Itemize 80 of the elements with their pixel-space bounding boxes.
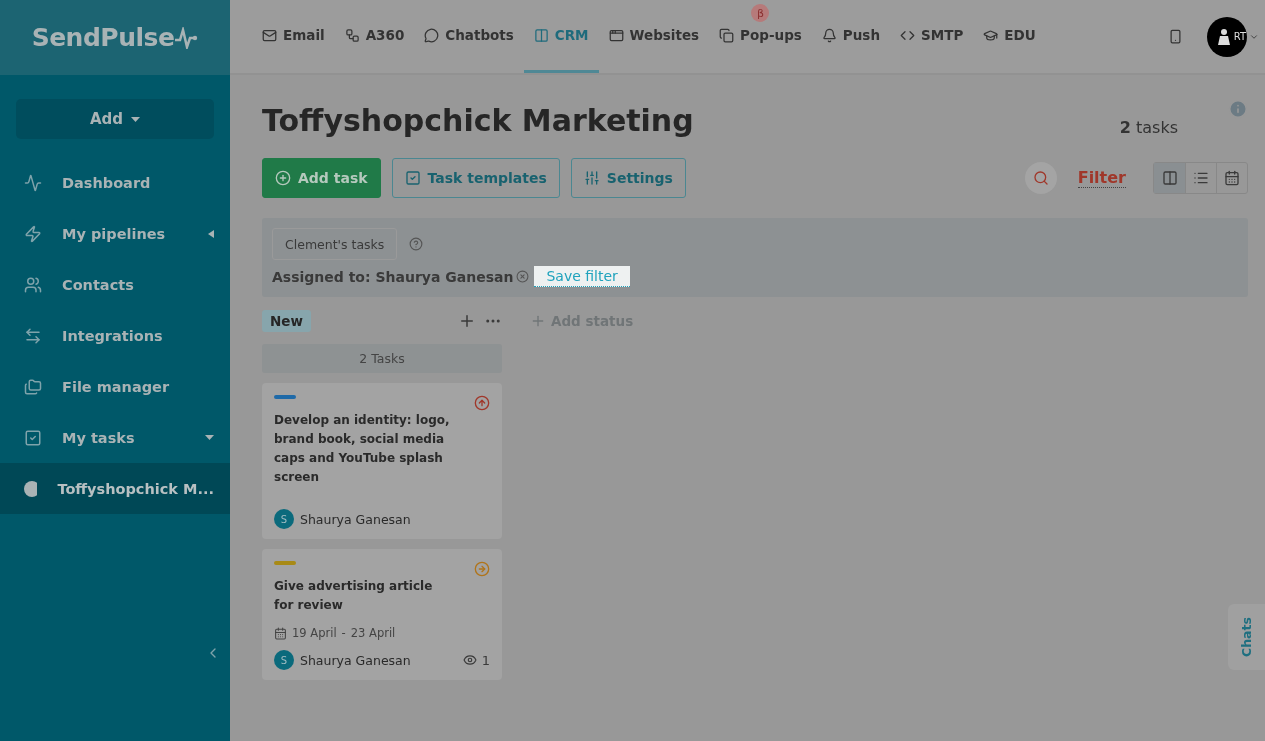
- view-toggle[interactable]: [1154, 163, 1185, 193]
- nav-tab[interactable]: Websites: [598, 24, 710, 46]
- end-date: 23 April: [350, 626, 396, 640]
- nav-tab[interactable]: CRM: [523, 24, 599, 46]
- sidebar-item[interactable]: Contacts: [0, 259, 230, 310]
- assignee-name: Shaurya Ganesan: [300, 511, 412, 527]
- pulse-icon: [174, 26, 199, 49]
- bell-icon: [821, 27, 837, 43]
- nav-tab[interactable]: Pop-ups: [709, 24, 812, 46]
- task-card[interactable]: Give advertising article for review 19 April - 23 April S Shaurya Ganesan 1: [262, 549, 502, 680]
- status-label: New: [262, 310, 311, 332]
- arrows-icon: [24, 326, 42, 345]
- info-icon[interactable]: [1228, 99, 1248, 119]
- toolbar-button[interactable]: Task templates: [391, 158, 560, 198]
- workflow-icon: [344, 27, 360, 43]
- nav-tab[interactable]: Chatbots: [414, 24, 524, 46]
- assignee-avatar: S: [274, 650, 294, 670]
- checkbox-icon: [404, 170, 421, 186]
- plus-icon: [275, 170, 291, 186]
- calendar-icon: [274, 626, 287, 640]
- sidebar-item[interactable]: Dashboard: [0, 157, 230, 208]
- priority-icon: [474, 561, 490, 577]
- caret-icon: [131, 116, 141, 122]
- sidebar-item[interactable]: My tasks: [0, 412, 230, 463]
- columns-icon: [533, 27, 549, 43]
- nav-tab[interactable]: EDU: [973, 24, 1046, 46]
- add-icon[interactable]: [458, 312, 476, 330]
- list-icon: [1193, 170, 1209, 186]
- nav-tab[interactable]: A360: [334, 24, 415, 46]
- add-button[interactable]: Add: [16, 99, 214, 139]
- mail-icon: [262, 27, 277, 43]
- date-separator: -: [341, 626, 346, 640]
- sidebar-item[interactable]: Integrations: [0, 310, 230, 361]
- chats-tab[interactable]: Chats: [1228, 604, 1265, 670]
- add-icon: [530, 313, 546, 329]
- caret-icon: [208, 229, 214, 238]
- sliders-icon: [583, 170, 600, 186]
- user-avatar[interactable]: RT: [1207, 16, 1247, 57]
- sidebar-item[interactable]: File manager: [0, 361, 230, 412]
- save-filter-link[interactable]: Save filter: [534, 266, 630, 287]
- nav-tab[interactable]: SMTP: [890, 24, 974, 46]
- browser-icon: [608, 27, 624, 43]
- nav-tab[interactable]: Email: [252, 24, 335, 46]
- toolbar-button[interactable]: Settings: [570, 158, 686, 198]
- calendar-icon: [1224, 170, 1240, 186]
- sidebar-item[interactable]: Toffyshopchick M...: [0, 463, 230, 514]
- beta-badge: β: [751, 4, 770, 22]
- remove-icon[interactable]: [516, 270, 530, 283]
- users-icon: [24, 275, 42, 294]
- columns-icon: [1161, 170, 1178, 186]
- search-icon: [1032, 170, 1049, 186]
- chart-icon: [24, 173, 42, 192]
- task-title: Give advertising article for review: [274, 578, 434, 614]
- saved-filter-chip[interactable]: Clement's tasks: [272, 228, 398, 260]
- eye-icon: [462, 653, 477, 667]
- toolbar-button[interactable]: Add task: [262, 158, 381, 198]
- search-button[interactable]: [1024, 162, 1057, 194]
- graduation-cap-icon: [983, 27, 999, 43]
- nav-tab[interactable]: Push: [811, 24, 890, 46]
- caret-icon: [205, 435, 214, 440]
- task-card[interactable]: Develop an identity: logo, brand book, social media caps and YouTube splash screen S Shaurya Ganesan: [262, 383, 502, 539]
- assignee-name: Shaurya Ganesan: [300, 652, 412, 668]
- phone-icon[interactable]: [1168, 29, 1183, 44]
- copy-icon: [719, 27, 735, 43]
- start-date: 19 April: [292, 626, 337, 640]
- folders-icon: [24, 377, 42, 396]
- filter-link[interactable]: Filter: [1077, 168, 1126, 188]
- filter-condition: Assigned to: Shaurya Ganesan: [272, 268, 514, 285]
- page-title: Toffyshopchick Marketing: [262, 102, 695, 138]
- sidebar-item[interactable]: My pipelines: [0, 208, 230, 259]
- checkbox-icon: [24, 428, 42, 447]
- priority-icon: [474, 395, 490, 411]
- help-icon[interactable]: [409, 237, 424, 251]
- task-count: 2 tasks: [1119, 117, 1178, 137]
- bolt-icon: [24, 224, 42, 243]
- task-title: Develop an identity: logo, brand book, social media caps and YouTube splash screen: [274, 412, 451, 486]
- view-count: 1: [481, 652, 490, 668]
- task-count-bar: 2 Tasks: [262, 344, 502, 373]
- assignee-avatar: S: [274, 509, 294, 529]
- chat-icon: [424, 27, 440, 43]
